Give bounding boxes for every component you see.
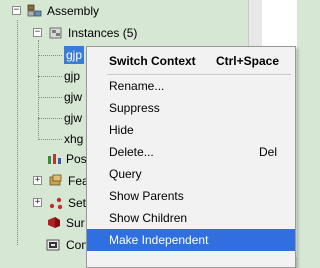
menu-item-shortcut: Del xyxy=(258,145,277,159)
menu-item-suppress[interactable]: Suppress xyxy=(87,97,295,119)
features-icon xyxy=(48,174,64,188)
expand-toggle[interactable]: + xyxy=(33,176,42,185)
menu-item-label: Show Parents xyxy=(109,189,184,203)
menu-item-show-parents[interactable]: Show Parents xyxy=(87,185,295,207)
tree-node-label: gjp xyxy=(64,46,85,64)
tree-node-label: Set xyxy=(68,196,87,210)
tree-guide-line xyxy=(38,97,62,98)
connectors-icon xyxy=(46,238,62,252)
menu-item-make-independent[interactable]: Make Independent xyxy=(87,229,295,251)
tree-node-label: xhg xyxy=(64,132,84,146)
menu-item-label: Rename... xyxy=(109,79,165,93)
position-constraint-icon xyxy=(46,152,62,166)
menu-item-label: Delete... xyxy=(109,145,154,159)
tree-node-label: Instances (5) xyxy=(68,26,138,40)
menu-item-label: Hide xyxy=(109,123,134,137)
tree-guide-line xyxy=(38,55,62,56)
menu-item-label: Show Children xyxy=(109,211,188,225)
tree-node-label: gjw xyxy=(64,90,83,104)
sets-icon xyxy=(48,196,64,210)
menu-item-query[interactable]: Query xyxy=(87,163,295,185)
menu-item-switch-context[interactable]: Switch Context Ctrl+Space xyxy=(87,50,295,72)
tree-node-label: Con xyxy=(66,238,89,252)
tree-node-label: Sur xyxy=(66,216,85,230)
collapse-toggle[interactable]: − xyxy=(33,28,42,37)
instances-icon xyxy=(48,26,64,40)
context-menu: Switch Context Ctrl+Space Rename... Supp… xyxy=(86,46,296,268)
menu-item-rename[interactable]: Rename... xyxy=(87,75,295,97)
menu-item-label: Switch Context xyxy=(109,54,196,68)
menu-item-label: Suppress xyxy=(109,101,160,115)
tree-guide-line xyxy=(38,76,62,77)
collapse-toggle[interactable]: − xyxy=(12,6,21,15)
menu-item-delete[interactable]: Delete... Del xyxy=(87,141,295,163)
tree-node-label: Pos xyxy=(66,152,87,166)
tree-guide-line xyxy=(38,139,62,140)
menu-item-show-children[interactable]: Show Children xyxy=(87,207,295,229)
expand-toggle[interactable]: + xyxy=(33,198,42,207)
menu-item-label: Make Independent xyxy=(109,233,209,247)
tree-guide-line xyxy=(17,20,18,245)
surfaces-icon xyxy=(46,216,62,230)
menu-item-hide[interactable]: Hide xyxy=(87,119,295,141)
menu-item-shortcut: Ctrl+Space xyxy=(215,54,279,68)
tree-node-label: Assembly xyxy=(47,4,100,18)
assembly-icon xyxy=(27,4,43,18)
tree-guide-line xyxy=(38,118,62,119)
tree-node-label: gjp xyxy=(64,69,81,83)
menu-item-label: Query xyxy=(109,167,142,181)
tree-node-label: gjw xyxy=(64,111,83,125)
